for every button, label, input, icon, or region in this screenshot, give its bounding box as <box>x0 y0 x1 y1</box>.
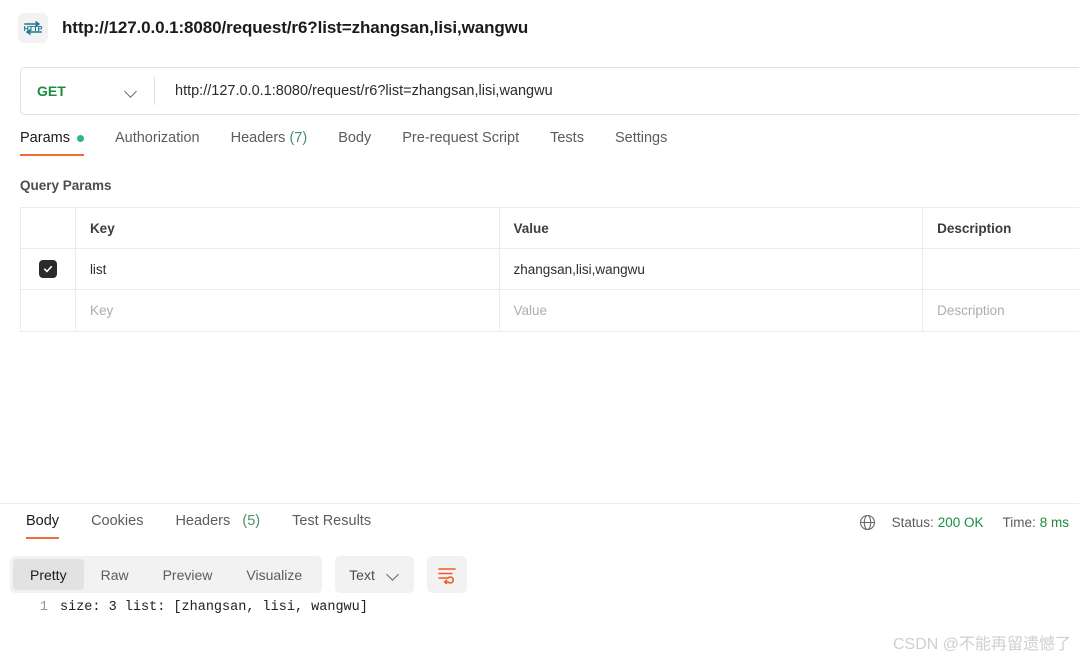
header-key: Key <box>76 208 500 248</box>
param-enabled-checkbox[interactable] <box>38 260 57 278</box>
watermark: CSDN @不能再留遗憾了 <box>892 636 1071 653</box>
tab-body[interactable]: Body <box>338 130 371 156</box>
time-value: 8 ms <box>1039 515 1069 530</box>
tab-body-label: Body <box>338 130 372 146</box>
tab-tests-label: Tests <box>550 130 584 146</box>
placeholder-key-input[interactable]: Key <box>76 290 500 331</box>
header-value: Value <box>500 208 924 248</box>
response-tab-headers-count: (5) <box>242 513 261 529</box>
response-body-toolbar: Pretty Raw Preview Visualize Text <box>10 556 467 593</box>
time-label: Time: <box>1002 515 1036 530</box>
tab-headers[interactable]: Headers (7) <box>231 130 308 156</box>
view-visualize-button[interactable]: Visualize <box>229 559 319 590</box>
placeholder-checkbox-cell <box>21 290 76 331</box>
response-tab-cookies-label: Cookies <box>91 513 144 529</box>
row-value-input[interactable]: zhangsan,lisi,wangwu <box>500 249 924 289</box>
url-input[interactable]: http://127.0.0.1:8080/request/r6?list=zh… <box>155 68 1079 114</box>
response-format-select[interactable]: Text <box>335 556 414 593</box>
response-tab-cookies[interactable]: Cookies <box>91 513 143 539</box>
response-tab-body[interactable]: Body <box>26 513 60 539</box>
response-body-viewer: 1 size: 3 list: [zhangsan, lisi, wangwu] <box>0 600 1079 615</box>
query-params-title: Query Params <box>20 178 112 193</box>
response-tab-body-label: Body <box>26 513 60 529</box>
word-wrap-button[interactable] <box>426 556 467 593</box>
response-tabs: Body Cookies Headers (5) Test Results <box>10 513 387 539</box>
tab-headers-label: Headers <box>230 130 286 146</box>
response-tab-test-results-label: Test Results <box>292 513 372 529</box>
response-tab-headers-label: Headers <box>175 513 231 529</box>
tab-authorization[interactable]: Authorization <box>115 130 200 156</box>
table-row: list zhangsan,lisi,wangwu <box>21 249 1079 290</box>
tab-authorization-label: Authorization <box>114 130 200 146</box>
query-params-table: Key Value Description list zhangsan,lisi… <box>20 207 1079 332</box>
view-raw-button[interactable]: Raw <box>84 559 146 590</box>
view-pretty-button[interactable]: Pretty <box>13 559 84 590</box>
params-modified-dot <box>76 134 84 142</box>
table-header-row: Key Value Description <box>21 208 1079 249</box>
postman-window: HTTP http://127.0.0.1:8080/request/r6?li… <box>0 0 1079 662</box>
chevron-down-icon <box>125 85 138 98</box>
row-checkbox-cell <box>21 249 76 289</box>
http-method-label: GET <box>37 83 66 99</box>
status-label: Status: <box>891 515 934 530</box>
status-badge: 200 OK <box>937 515 984 530</box>
response-divider <box>0 503 1079 504</box>
tab-pre-request-script-label: Pre-request Script <box>402 130 520 146</box>
table-row-placeholder: Key Value Description <box>21 290 1079 331</box>
url-bar: GET http://127.0.0.1:8080/request/r6?lis… <box>20 67 1079 115</box>
tab-settings-label: Settings <box>614 130 668 146</box>
row-key-input[interactable]: list <box>76 249 500 289</box>
header-checkbox-cell <box>21 208 76 248</box>
http-protocol-icon: HTTP <box>18 12 48 43</box>
response-body-content[interactable]: size: 3 list: [zhangsan, lisi, wangwu] <box>60 600 368 615</box>
response-view-switcher: Pretty Raw Preview Visualize <box>10 556 323 593</box>
tab-settings[interactable]: Settings <box>615 130 667 156</box>
chevron-down-icon <box>387 568 400 581</box>
placeholder-value-input[interactable]: Value <box>500 290 924 331</box>
view-preview-button[interactable]: Preview <box>146 559 230 590</box>
tab-params[interactable]: Params <box>20 130 84 156</box>
word-wrap-icon <box>438 567 456 584</box>
line-number: 1 <box>39 600 48 615</box>
tab-headers-count: (7) <box>289 130 308 146</box>
page-title: http://127.0.0.1:8080/request/r6?list=zh… <box>62 17 529 37</box>
tab-params-label: Params <box>20 130 70 146</box>
globe-icon <box>859 514 876 531</box>
placeholder-description-input[interactable]: Description <box>923 290 1079 331</box>
title-bar: HTTP http://127.0.0.1:8080/request/r6?li… <box>0 0 1079 55</box>
row-description-input[interactable] <box>923 249 1079 289</box>
response-status-bar: Status: 200 OK Time: 8 ms <box>859 514 1069 531</box>
http-method-select[interactable]: GET <box>21 68 154 114</box>
response-tab-test-results[interactable]: Test Results <box>292 513 371 539</box>
response-tab-headers[interactable]: Headers (5) <box>175 513 260 539</box>
header-description: Description <box>937 220 1012 236</box>
response-format-label: Text <box>349 566 375 583</box>
check-icon <box>43 265 53 273</box>
tab-tests[interactable]: Tests <box>550 130 584 156</box>
tab-pre-request-script[interactable]: Pre-request Script <box>402 130 519 156</box>
svg-text:HTTP: HTTP <box>24 24 43 33</box>
request-tabs: Params Authorization Headers (7) Body Pr… <box>20 130 698 164</box>
